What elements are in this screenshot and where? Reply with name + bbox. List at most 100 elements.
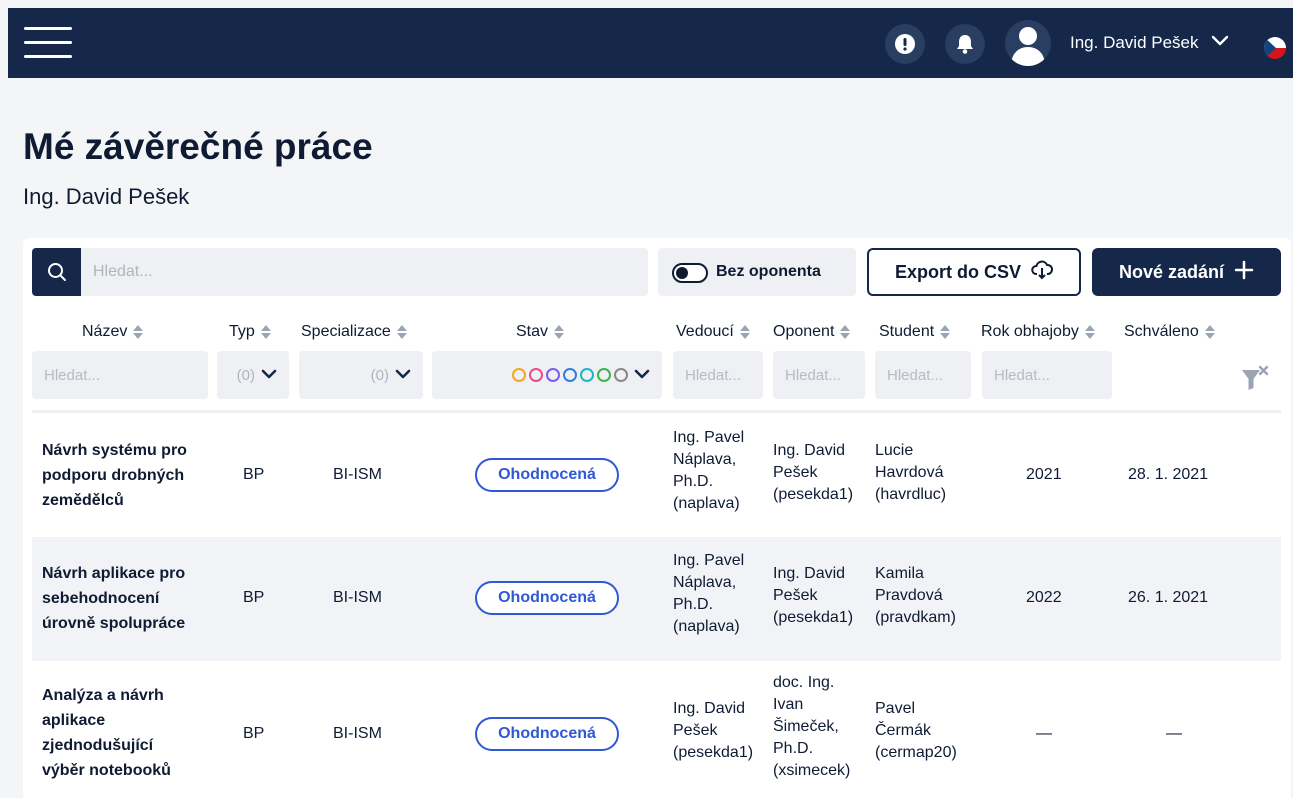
user-name[interactable]: Ing. David Pešek <box>1070 33 1199 53</box>
filter-vedouci <box>673 351 763 399</box>
thesis-type: BP <box>243 589 265 606</box>
opponent: Ing. David Pešek (pesekda1) <box>773 565 854 626</box>
column-header-specializace[interactable]: Specializace <box>301 323 407 341</box>
column-header-vedouci[interactable]: Vedoucí <box>676 323 750 341</box>
filter-oponent-input[interactable] <box>773 351 865 399</box>
column-header-nazev[interactable]: Název <box>82 323 144 341</box>
column-header-typ[interactable]: Typ <box>229 323 271 341</box>
user-icon[interactable] <box>1005 20 1051 66</box>
filter-nazev <box>32 351 208 399</box>
thesis-specialization: BI-ISM <box>333 725 382 742</box>
status-dot-2 <box>546 368 560 382</box>
thesis-title[interactable]: Analýza a návrh aplikace zjednodušující výb… <box>42 683 212 783</box>
sort-icon <box>940 325 951 339</box>
no-opponent-toggle[interactable]: Bez oponenta <box>658 248 856 296</box>
chevron-down-icon <box>634 367 650 384</box>
thesis-title[interactable]: Návrh aplikace pro sebehodnocení úrovně sp… <box>42 561 212 636</box>
filter-typ-value: (0) <box>236 366 255 384</box>
sort-icon <box>1204 325 1215 339</box>
thesis-specialization: BI-ISM <box>333 589 382 606</box>
status-color-dots <box>512 368 628 382</box>
approved-date: 26. 1. 2021 <box>1128 589 1209 606</box>
thesis-type: BP <box>243 725 265 742</box>
chevron-down-icon <box>395 367 411 384</box>
column-header-student[interactable]: Student <box>879 323 951 341</box>
student: Lucie Havrdová (havrdluc) <box>875 442 947 503</box>
toggle-switch[interactable] <box>672 263 708 283</box>
sort-icon <box>840 325 851 339</box>
alert-icon[interactable] <box>885 24 925 64</box>
plus-icon <box>1234 260 1254 285</box>
search-input[interactable] <box>81 248 648 296</box>
new-assignment-button[interactable]: Nové zadání <box>1092 248 1281 296</box>
column-header-oponent[interactable]: Oponent <box>773 323 851 341</box>
defense-year: 2022 <box>1026 589 1062 606</box>
new-assignment-label: Nové zadání <box>1118 261 1225 282</box>
defense-year: 2021 <box>1026 466 1062 483</box>
status-dot-3 <box>563 368 577 382</box>
filter-student-input[interactable] <box>875 351 971 399</box>
approved-date: — <box>1166 725 1182 742</box>
approved-date: 28. 1. 2021 <box>1128 466 1209 483</box>
table-row[interactable] <box>32 661 1281 798</box>
status-dot-5 <box>597 368 611 382</box>
column-header-stav[interactable]: Stav <box>516 323 565 341</box>
thesis-type: BP <box>243 466 265 483</box>
student: Pavel Čermák (cermap20) <box>875 700 957 761</box>
column-label: Vedoucí <box>676 323 734 340</box>
supervisor: Ing. David Pešek (pesekda1) <box>673 700 754 761</box>
supervisor: Ing. Pavel Náplava, Ph.D. (naplava) <box>673 429 745 512</box>
column-label: Student <box>879 323 935 340</box>
filter-oponent <box>773 351 865 399</box>
sort-icon <box>739 325 750 339</box>
chevron-down-icon[interactable] <box>1211 34 1229 53</box>
filter-specializace-select[interactable]: (0) <box>299 351 423 399</box>
column-label: Rok obhajoby <box>981 323 1079 340</box>
top-navbar: Ing. David Pešek <box>8 8 1293 78</box>
status-badge: Ohodnocená <box>475 717 619 751</box>
page-title: Mé závěrečné práce <box>23 126 373 167</box>
filter-student <box>875 351 971 399</box>
status-dot-0 <box>512 368 526 382</box>
column-label: Specializace <box>301 323 391 340</box>
cloud-download-icon <box>1031 260 1054 285</box>
sort-icon <box>554 325 565 339</box>
column-label: Typ <box>229 323 255 340</box>
czech-flag-icon[interactable] <box>1264 37 1286 59</box>
search-bar <box>32 248 648 296</box>
student: Kamila Pravdová (pravdkam) <box>875 565 956 626</box>
sort-icon <box>396 325 407 339</box>
thesis-title[interactable]: Návrh systému pro podporu drobných zeměděl… <box>42 438 212 513</box>
filter-vedouci-input[interactable] <box>673 351 763 399</box>
bell-icon[interactable] <box>945 24 985 64</box>
filter-typ-select[interactable]: (0) <box>217 351 289 399</box>
column-label: Stav <box>516 323 549 340</box>
page-subtitle: Ing. David Pešek <box>23 184 190 209</box>
supervisor: Ing. Pavel Náplava, Ph.D. (naplava) <box>673 552 745 635</box>
filter-rok-input[interactable] <box>982 351 1112 399</box>
sort-icon <box>133 325 144 339</box>
table-row[interactable] <box>32 413 1281 537</box>
export-csv-button[interactable]: Export do CSV <box>867 248 1081 296</box>
sort-icon <box>260 325 271 339</box>
search-icon[interactable] <box>32 248 81 296</box>
export-csv-label: Export do CSV <box>894 261 1021 282</box>
opponent: doc. Ing. Ivan Šimeček, Ph.D. (xsimecek) <box>773 674 851 779</box>
clear-filter-icon[interactable] <box>1240 364 1270 399</box>
filter-specializace-value: (0) <box>370 366 389 384</box>
column-label: Název <box>82 323 128 340</box>
sort-icon <box>1084 325 1095 339</box>
thesis-specialization: BI-ISM <box>333 466 382 483</box>
status-dot-4 <box>580 368 594 382</box>
toggle-label: Bez oponenta <box>716 263 821 280</box>
filter-nazev-input[interactable] <box>32 351 208 399</box>
column-header-rok-obhajoby[interactable]: Rok obhajoby <box>981 323 1095 341</box>
status-dot-1 <box>529 368 543 382</box>
opponent: Ing. David Pešek (pesekda1) <box>773 442 854 503</box>
column-header-schvaleno[interactable]: Schváleno <box>1124 323 1215 341</box>
column-label: Schváleno <box>1124 323 1199 340</box>
column-label: Oponent <box>773 323 835 340</box>
menu-icon[interactable] <box>24 25 72 61</box>
filter-stav-select[interactable] <box>432 351 662 399</box>
table-row[interactable] <box>32 537 1281 661</box>
